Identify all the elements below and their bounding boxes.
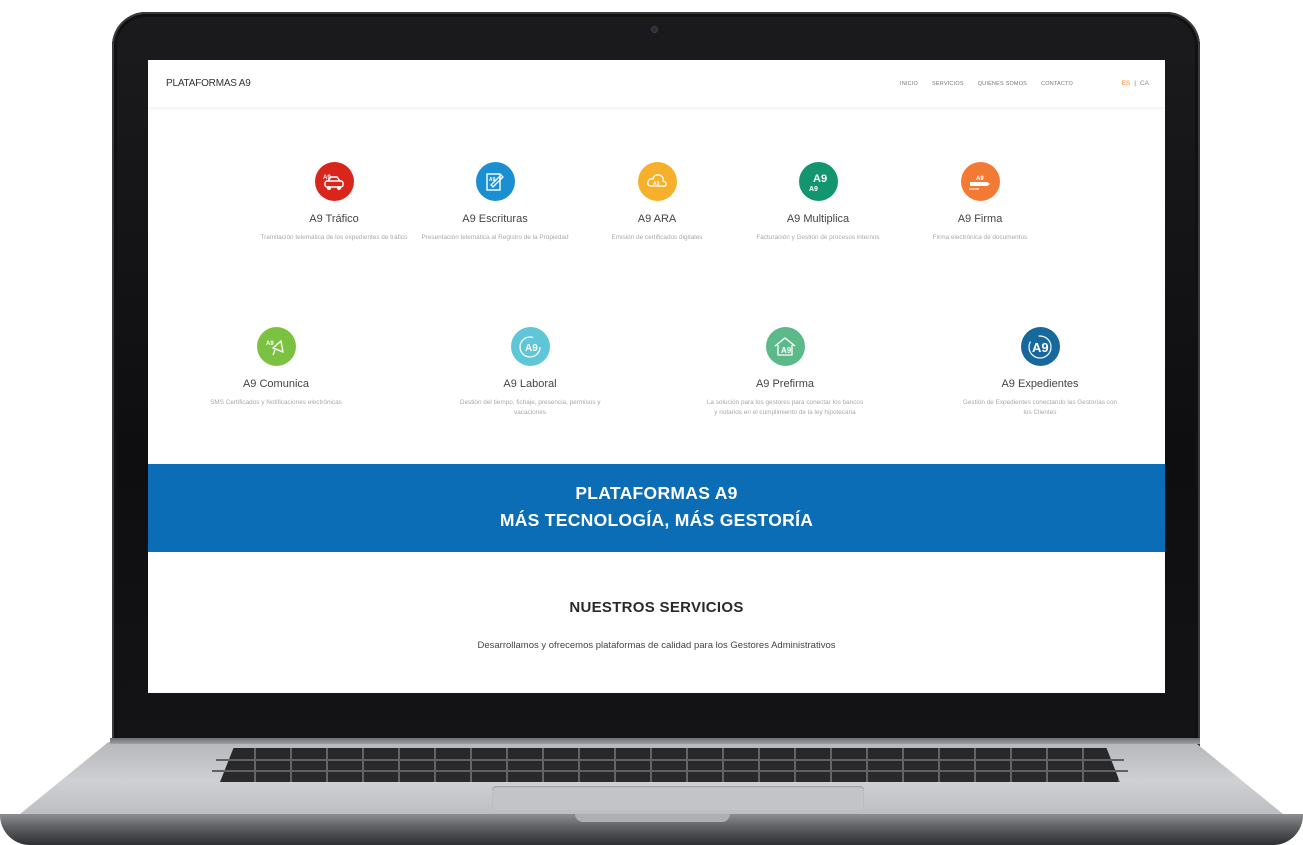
svg-text:A9: A9 [653, 181, 660, 187]
folder-icon: A9 [1020, 327, 1060, 366]
hinge [110, 738, 1200, 744]
document-pen-icon: A9 [475, 162, 515, 201]
service-description: Emisión de certificados digitales [611, 234, 703, 241]
site-logo-text[interactable]: PLATAFORMAS A9 [166, 78, 251, 89]
banner-title: PLATAFORMAS A9 [575, 483, 738, 503]
service-title: A9 Laboral [503, 378, 557, 390]
pen-signature-icon: A9 [960, 162, 1000, 201]
keyboard-row-divider [216, 759, 1124, 761]
svg-text:A9: A9 [976, 176, 984, 182]
trackpad [492, 786, 864, 810]
nav-link-servicios[interactable]: SERVICIOS [932, 81, 964, 87]
house-icon: A9 [765, 327, 805, 366]
service-description: Facturación y Gestión de procesos intern… [756, 234, 880, 241]
banner-tagline: MÁS TECNOLOGÍA, MÁS GESTORÍA [499, 510, 814, 530]
service-title: A9 Prefirma [755, 378, 815, 390]
lang-es-link[interactable]: ES [1122, 80, 1131, 87]
svg-text:A9: A9 [781, 346, 792, 355]
svg-text:A9: A9 [525, 343, 538, 354]
service-description: Tramitación telemática de los expediente… [260, 234, 408, 241]
svg-text:A9: A9 [809, 186, 818, 193]
section-subheading: Desarrollamos y ofrecemos plataformas de… [477, 640, 836, 651]
keyboard-deck [20, 742, 1283, 814]
svg-text:A9: A9 [813, 173, 827, 185]
service-card-escrituras[interactable]: A9 A9 Escrituras Presentación telemática… [415, 162, 575, 243]
laptop-screen: PLATAFORMAS A9 INICIO SERVICIOS QUIÉNES … [148, 60, 1165, 693]
service-card-prefirma[interactable]: A9 A9 Prefirma La solución para los gest… [705, 327, 865, 418]
webcam [651, 26, 658, 33]
service-description: La solución para los gestores para conec… [706, 399, 864, 416]
laptop-base [0, 738, 1303, 845]
svg-text:A9: A9 [1032, 340, 1049, 355]
clock-icon: A9 [510, 327, 550, 366]
service-description: Presentación telemática al Registro de l… [421, 234, 569, 241]
section-heading: NUESTROS SERVICIOS [569, 599, 744, 616]
nav-link-contacto[interactable]: CONTACTO [1041, 81, 1073, 87]
service-title: A9 Escrituras [462, 213, 528, 225]
svg-text:A9: A9 [489, 177, 496, 183]
hero-banner: PLATAFORMAS A9 MÁS TECNOLOGÍA, MÁS GESTO… [148, 464, 1165, 552]
service-title: A9 Tráfico [309, 213, 359, 225]
lang-separator: | [1134, 80, 1136, 87]
nav-link-inicio[interactable]: INICIO [900, 81, 918, 87]
service-card-expedientes[interactable]: A9 A9 Expedientes Gestión de Expedientes… [960, 327, 1120, 418]
service-title: A9 Comunica [242, 378, 310, 390]
multiply-icon: A9 A9 [798, 162, 838, 201]
service-card-multiplica[interactable]: A9 A9 A9 Multiplica Facturación y Gestión… [738, 162, 898, 243]
service-card-firma[interactable]: A9 A9 Firma Firma electrónica de documen… [900, 162, 1060, 243]
service-card-comunica[interactable]: A9 A9 Comunica SMS Certificados y Notifi… [196, 327, 356, 408]
cloud-certificate-icon: A9 [637, 162, 677, 201]
nav-link-quienes-somos[interactable]: QUIÉNES SOMOS [978, 81, 1027, 87]
service-description: SMS Certificados y Notificaciones electr… [210, 399, 342, 406]
service-title: A9 Firma [957, 213, 1003, 225]
car-icon: A9 [314, 162, 354, 201]
service-title: A9 Expedientes [1001, 378, 1079, 390]
lang-ca-link[interactable]: CA [1140, 80, 1149, 87]
lid-opening-notch [575, 814, 730, 822]
nav-links: INICIO SERVICIOS QUIÉNES SOMOS CONTACTO [900, 81, 1073, 87]
service-card-ara[interactable]: A9 A9 ARA Emisión de certificados digita… [577, 162, 737, 243]
svg-text:A9: A9 [266, 341, 274, 347]
language-switcher: ES | CA [1122, 80, 1149, 87]
service-description: Firma electrónica de documentos [932, 234, 1028, 241]
service-description: Gestión de Expedientes conectando las Ge… [962, 399, 1118, 416]
service-description: Gestión del tiempo, fichaje, presencia, … [459, 399, 601, 416]
keyboard-keys [220, 748, 1120, 782]
service-title: A9 Multiplica [786, 213, 850, 225]
megaphone-icon: A9 [256, 327, 296, 366]
service-card-laboral[interactable]: A9 A9 Laboral Gestión del tiempo, fichaj… [450, 327, 610, 418]
site-navbar: PLATAFORMAS A9 INICIO SERVICIOS QUIÉNES … [148, 60, 1165, 107]
service-title: A9 ARA [637, 213, 677, 225]
service-card-trafico[interactable]: A9 A9 Tráfico Tramitación telemática de … [254, 162, 414, 243]
keyboard-row-divider [212, 770, 1128, 772]
